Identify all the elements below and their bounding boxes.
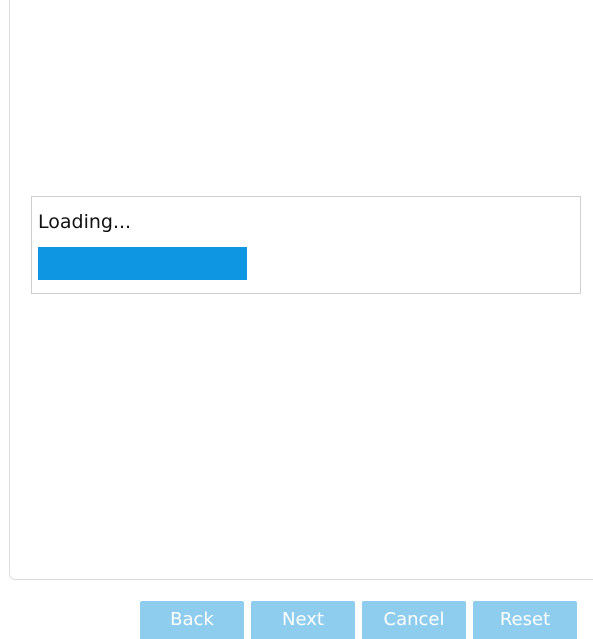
reset-button[interactable]: Reset bbox=[473, 601, 577, 639]
cancel-button[interactable]: Cancel bbox=[362, 601, 466, 639]
next-button[interactable]: Next bbox=[251, 601, 355, 639]
loading-text: Loading... bbox=[38, 211, 132, 233]
wizard-window: Loading... Back Next Cancel Reset bbox=[0, 0, 593, 639]
progress-bar bbox=[38, 247, 574, 280]
back-button[interactable]: Back bbox=[140, 601, 244, 639]
wizard-button-row: Back Next Cancel Reset bbox=[140, 601, 577, 639]
loading-panel: Loading... bbox=[31, 196, 581, 294]
progress-bar-fill bbox=[38, 247, 248, 280]
